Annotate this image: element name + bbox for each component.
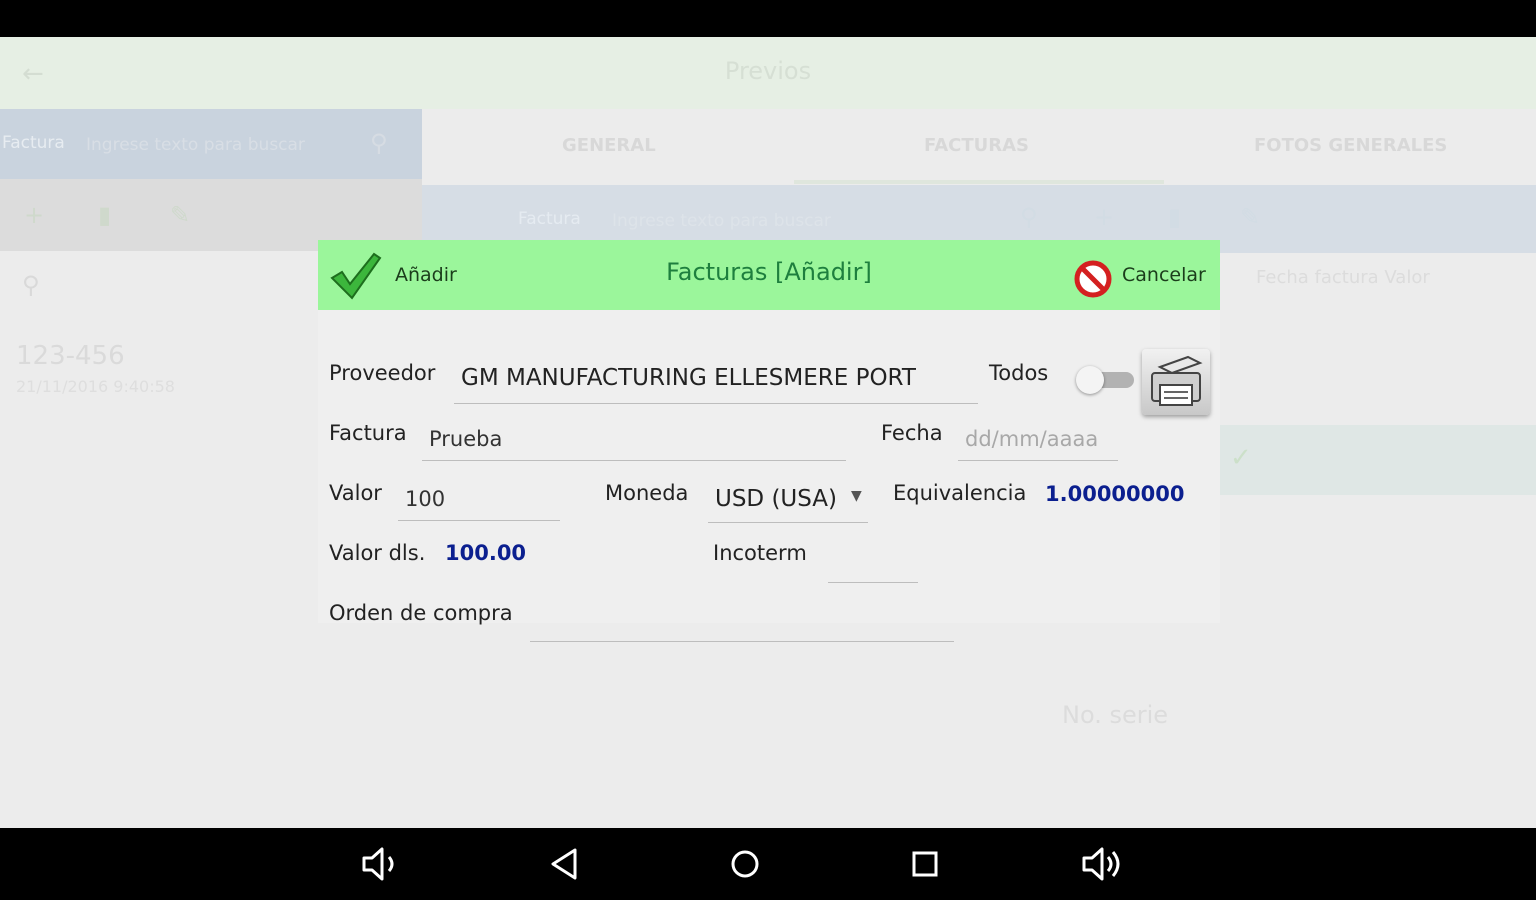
left-search-bar: Factura Ingrese texto para buscar ⚲: [0, 109, 422, 179]
search-icon[interactable]: ⚲: [22, 271, 40, 299]
factura-label: Factura: [329, 421, 407, 445]
search-icon[interactable]: ⚲: [1020, 203, 1038, 231]
home-icon[interactable]: [723, 842, 767, 886]
column-headers: Fecha factura Valor: [1256, 267, 1430, 288]
add-icon[interactable]: +: [24, 201, 44, 229]
moneda-select[interactable]: USD (USA): [715, 486, 837, 512]
search-icon[interactable]: ⚲: [370, 129, 388, 157]
app-title: Previos: [0, 57, 1536, 85]
no-serie-label: No. serie: [1062, 701, 1168, 729]
proveedor-select[interactable]: GM MANUFACTURING ELLESMERE PORT: [461, 365, 916, 391]
add-icon[interactable]: +: [1094, 203, 1114, 231]
tab-fotos-generales[interactable]: FOTOS GENERALES: [1254, 135, 1447, 156]
tab-facturas[interactable]: FACTURAS: [924, 135, 1029, 156]
moneda-label: Moneda: [605, 481, 688, 505]
app-bar: ← Previos: [0, 37, 1536, 109]
todos-switch[interactable]: [1076, 364, 1136, 394]
printer-icon: [1142, 349, 1210, 415]
table-row[interactable]: ✓: [1220, 425, 1536, 495]
status-bar: [0, 0, 1536, 37]
valor-underline: [398, 520, 560, 521]
left-search-input[interactable]: Ingrese texto para buscar: [86, 135, 305, 155]
orden-compra-underline: [530, 641, 954, 642]
equivalencia-label: Equivalencia: [893, 481, 1026, 505]
no-entry-icon: [1074, 260, 1112, 298]
recents-icon[interactable]: [903, 842, 947, 886]
cancel-button-label: Cancelar: [1122, 264, 1206, 286]
left-search-label: Factura: [2, 133, 65, 153]
todos-label: Todos: [989, 361, 1048, 385]
edit-icon[interactable]: ✎: [1240, 203, 1260, 231]
factura-input[interactable]: Prueba: [429, 427, 502, 451]
moneda-underline: [708, 522, 868, 523]
orden-compra-label: Orden de compra: [329, 601, 513, 625]
volume-up-icon[interactable]: [1080, 842, 1124, 886]
dialog-header: Añadir Facturas [Añadir] Cancelar: [318, 240, 1220, 310]
valor-dls-value: 100.00: [445, 541, 526, 565]
equivalencia-value: 1.00000000: [1045, 482, 1184, 506]
valor-label: Valor: [329, 481, 382, 505]
valor-dls-label: Valor dls.: [329, 541, 425, 565]
fecha-label: Fecha: [881, 421, 943, 445]
proveedor-underline: [454, 403, 978, 404]
edit-icon[interactable]: ✓: [1230, 443, 1252, 473]
add-invoice-dialog: Añadir Facturas [Añadir] Cancelar Provee…: [318, 240, 1220, 623]
proveedor-label: Proveedor: [329, 361, 435, 385]
fecha-input[interactable]: dd/mm/aaaa: [965, 427, 1098, 451]
android-nav-bar: [0, 828, 1536, 900]
factura-underline: [422, 460, 846, 461]
app-window: ← Previos Factura Ingrese texto para bus…: [0, 37, 1536, 828]
cancel-button[interactable]: Cancelar: [1070, 254, 1210, 298]
delete-icon[interactable]: ▮: [1168, 203, 1181, 231]
list-item-title[interactable]: 123-456: [16, 341, 125, 371]
incoterm-underline: [828, 582, 918, 583]
tab-general[interactable]: GENERAL: [562, 135, 656, 156]
list-item-subtitle: 21/11/2016 9:40:58: [16, 377, 175, 396]
volume-down-icon[interactable]: [358, 842, 402, 886]
switch-thumb: [1076, 366, 1104, 394]
print-button[interactable]: [1142, 349, 1210, 415]
right-search-input[interactable]: Ingrese texto para buscar: [612, 211, 831, 231]
edit-icon[interactable]: ✎: [170, 201, 190, 229]
chevron-down-icon[interactable]: ▼: [851, 488, 862, 504]
delete-icon[interactable]: ▮: [98, 201, 111, 229]
incoterm-label: Incoterm: [713, 541, 807, 565]
valor-input[interactable]: 100: [405, 487, 445, 511]
tab-indicator: [794, 180, 1164, 184]
right-search-label: Factura: [518, 209, 581, 229]
back-icon[interactable]: [543, 842, 587, 886]
tab-bar: GENERAL FACTURAS FOTOS GENERALES: [422, 109, 1536, 185]
fecha-underline: [958, 460, 1118, 461]
